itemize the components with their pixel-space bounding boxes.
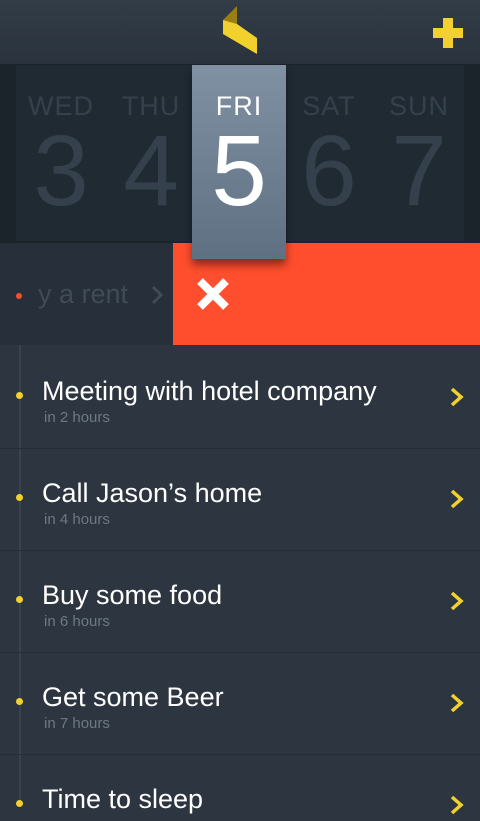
task-item[interactable]: Call Jason’s home in 4 hours xyxy=(0,448,480,551)
task-dot xyxy=(16,800,23,807)
chevron-right-icon xyxy=(449,590,465,617)
chevron-right-icon xyxy=(449,488,465,515)
day-sun[interactable]: SUN 7 xyxy=(374,65,464,241)
day-thu[interactable]: THU 4 xyxy=(106,65,196,241)
day-number: 3 xyxy=(33,115,89,227)
chevron-right-icon xyxy=(449,386,465,413)
task-item[interactable]: Time to sleep xyxy=(0,754,480,815)
task-dot xyxy=(16,596,23,603)
day-number: 4 xyxy=(123,115,179,227)
app-header xyxy=(0,0,480,65)
day-number: 6 xyxy=(301,115,357,227)
day-sat[interactable]: SAT 6 xyxy=(284,65,374,241)
chevron-right-icon xyxy=(449,692,465,719)
task-dot xyxy=(16,494,23,501)
task-dot xyxy=(16,293,22,299)
task-item[interactable]: Meeting with hotel company in 2 hours xyxy=(0,346,480,449)
plus-icon xyxy=(433,18,463,48)
day-number: 5 xyxy=(211,115,267,227)
add-task-button[interactable] xyxy=(428,14,468,54)
task-title: y a rent xyxy=(38,279,129,309)
task-title: Call Jason’s home xyxy=(42,478,263,508)
day-wed[interactable]: WED 3 xyxy=(16,65,106,241)
task-dot xyxy=(16,392,23,399)
chevron-right-icon xyxy=(150,285,164,310)
task-time: in 2 hours xyxy=(44,409,110,426)
chevron-right-icon xyxy=(449,794,465,821)
day-number: 7 xyxy=(391,115,447,227)
close-icon xyxy=(195,276,231,317)
task-time: in 7 hours xyxy=(44,715,110,732)
day-fri-selected[interactable]: FRI 5 xyxy=(192,65,286,259)
task-title: Buy some food xyxy=(42,580,223,610)
folded-ribbon-logo-icon xyxy=(220,4,260,61)
task-title: Meeting with hotel company xyxy=(42,376,377,406)
task-time: in 4 hours xyxy=(44,511,110,528)
task-time: in 6 hours xyxy=(44,613,110,630)
task-item[interactable]: Buy some food in 6 hours xyxy=(0,550,480,653)
task-item[interactable]: Get some Beer in 7 hours xyxy=(0,652,480,755)
task-title: Get some Beer xyxy=(42,682,224,712)
task-dot xyxy=(16,698,23,705)
